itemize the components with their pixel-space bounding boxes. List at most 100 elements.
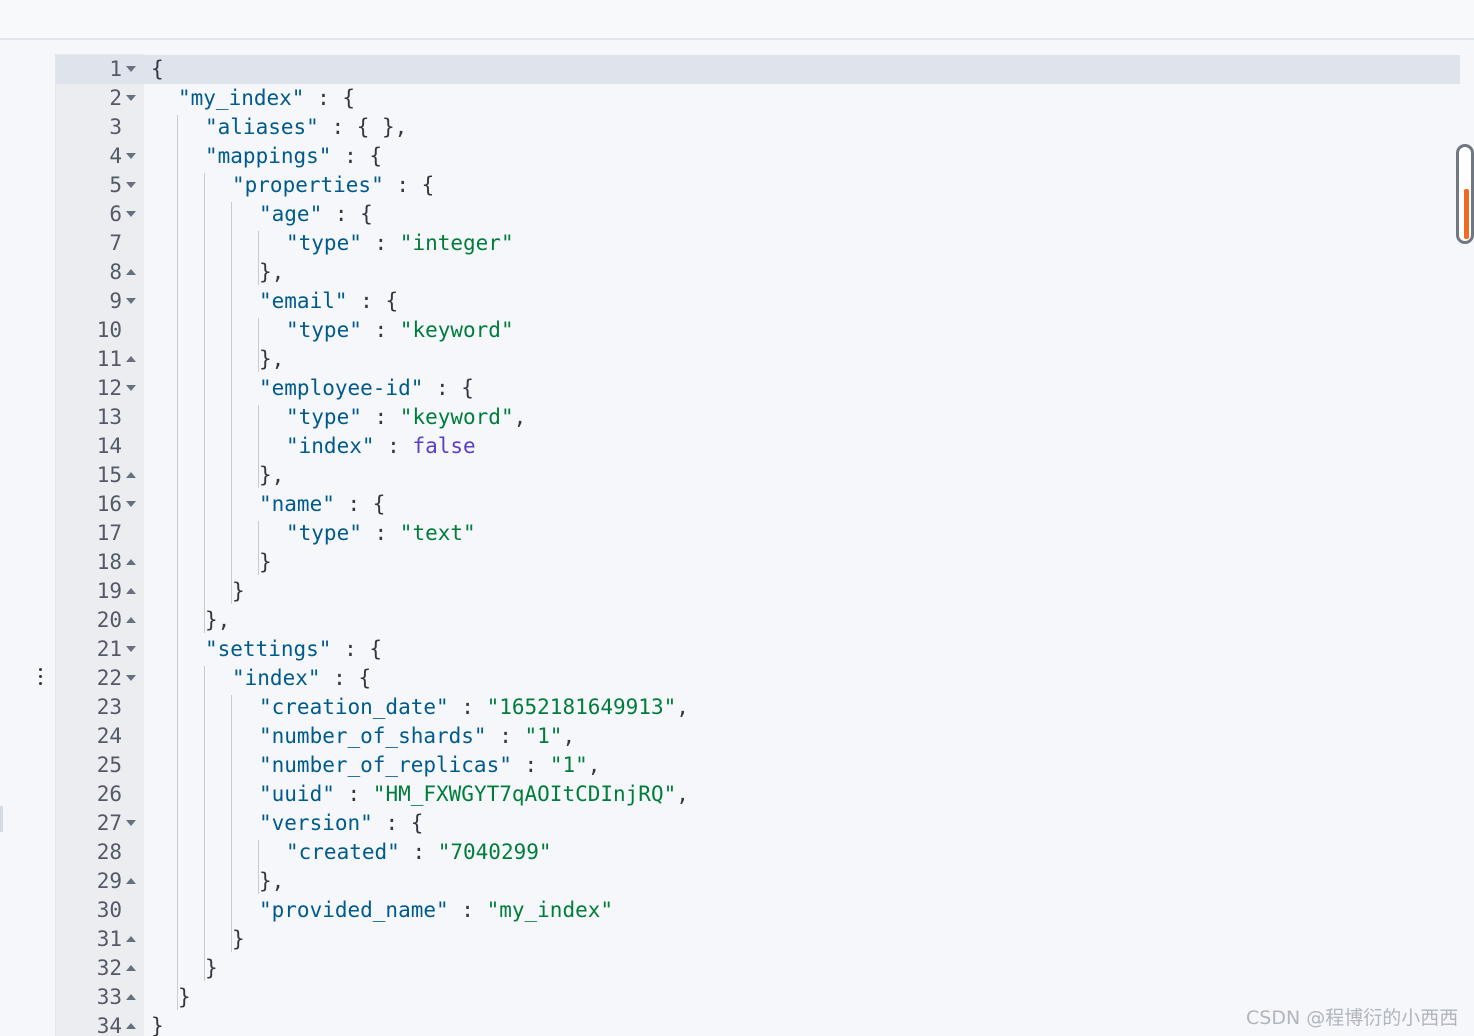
triangle-down-icon[interactable] xyxy=(126,95,136,101)
code-line[interactable]: 32} xyxy=(56,954,1460,983)
code-line[interactable]: 12 "employee-id" : { xyxy=(56,374,1460,403)
code-line[interactable]: 5 "properties" : { xyxy=(56,171,1460,200)
line-number: 13 xyxy=(96,405,122,429)
triangle-up-icon[interactable] xyxy=(126,559,136,565)
line-number: 30 xyxy=(96,898,122,922)
code-line[interactable]: 25 "number_of_replicas" : "1", xyxy=(56,751,1460,780)
indent-guide xyxy=(231,202,232,604)
json-punctuation: } xyxy=(178,985,191,1009)
json-string: "1" xyxy=(524,724,563,748)
line-number: 2 xyxy=(109,86,122,110)
code-line[interactable]: 27 "version" : { xyxy=(56,809,1460,838)
triangle-down-icon[interactable] xyxy=(126,820,136,826)
code-line[interactable]: 8}, xyxy=(56,258,1460,287)
json-punctuation: : xyxy=(361,405,400,429)
code-text: "my_index" : { xyxy=(178,84,355,113)
code-line[interactable]: 24 "number_of_shards" : "1", xyxy=(56,722,1460,751)
triangle-down-icon[interactable] xyxy=(126,182,136,188)
indent-guide xyxy=(258,231,259,285)
triangle-down-icon[interactable] xyxy=(126,298,136,304)
code-line[interactable]: 28 "created" : "7040299" xyxy=(56,838,1460,867)
json-punctuation: : xyxy=(361,521,400,545)
triangle-up-icon[interactable] xyxy=(126,936,136,942)
triangle-up-icon[interactable] xyxy=(126,878,136,884)
json-key: "type" xyxy=(286,405,362,429)
triangle-up-icon[interactable] xyxy=(126,588,136,594)
line-number: 26 xyxy=(96,782,122,806)
response-editor[interactable]: 1{2 "my_index" : {3 "aliases" : { }, 4 "mapp… xyxy=(56,54,1460,1036)
triangle-down-icon[interactable] xyxy=(126,646,136,652)
code-line[interactable]: 19} xyxy=(56,577,1460,606)
code-line[interactable]: 4 "mappings" : { xyxy=(56,142,1460,171)
triangle-up-icon[interactable] xyxy=(126,617,136,623)
json-punctuation: : xyxy=(399,840,438,864)
json-punctuation: , xyxy=(676,695,689,719)
indent-guide xyxy=(258,405,259,488)
code-line[interactable]: 6 "age" : { xyxy=(56,200,1460,229)
line-number: 17 xyxy=(96,521,122,545)
editor-scrollbar-thumb[interactable] xyxy=(1456,144,1474,244)
triangle-down-icon[interactable] xyxy=(126,501,136,507)
line-number: 14 xyxy=(96,434,122,458)
line-number: 15 xyxy=(96,463,122,487)
code-text: } xyxy=(205,954,218,983)
vertical-dots-icon[interactable] xyxy=(36,664,46,690)
triangle-up-icon[interactable] xyxy=(126,965,136,971)
triangle-up-icon[interactable] xyxy=(126,1023,136,1029)
json-punctuation: } xyxy=(259,550,272,574)
json-key: "mappings" xyxy=(205,144,332,168)
code-line[interactable]: 11}, xyxy=(56,345,1460,374)
json-key: "aliases" xyxy=(205,115,319,139)
json-key: "creation_date" xyxy=(259,695,449,719)
code-line[interactable]: 17 "type" : "text" xyxy=(56,519,1460,548)
code-line[interactable]: 30 "provided_name" : "my_index" xyxy=(56,896,1460,925)
code-line[interactable]: 13 "type" : "keyword", xyxy=(56,403,1460,432)
code-text: } xyxy=(232,577,245,606)
line-number: 18 xyxy=(96,550,122,574)
json-key: "properties" xyxy=(232,173,384,197)
code-line[interactable]: 21 "settings" : { xyxy=(56,635,1460,664)
code-line[interactable]: 15}, xyxy=(56,461,1460,490)
line-number: 23 xyxy=(96,695,122,719)
triangle-up-icon[interactable] xyxy=(126,269,136,275)
triangle-down-icon[interactable] xyxy=(126,66,136,72)
code-line[interactable]: 2 "my_index" : { xyxy=(56,84,1460,113)
code-line[interactable]: 1{ xyxy=(56,55,1460,84)
code-text: } xyxy=(151,1012,164,1036)
code-line[interactable]: 16 "name" : { xyxy=(56,490,1460,519)
triangle-down-icon[interactable] xyxy=(126,385,136,391)
code-line[interactable]: 29}, xyxy=(56,867,1460,896)
triangle-down-icon[interactable] xyxy=(126,211,136,217)
code-text: }, xyxy=(205,606,230,635)
json-punctuation: }, xyxy=(205,608,231,632)
code-line[interactable]: 26 "uuid" : "HM_FXWGYT7qAOItCDInjRQ", xyxy=(56,780,1460,809)
code-text: "number_of_shards" : "1", xyxy=(259,722,575,751)
triangle-up-icon[interactable] xyxy=(126,472,136,478)
triangle-up-icon[interactable] xyxy=(126,356,136,362)
json-string: "keyword" xyxy=(399,405,514,429)
top-toolbar xyxy=(0,0,1474,40)
json-key: "created" xyxy=(286,840,400,864)
code-line[interactable]: 20}, xyxy=(56,606,1460,635)
triangle-down-icon[interactable] xyxy=(126,153,136,159)
json-punctuation: : xyxy=(361,231,400,255)
json-string: "text" xyxy=(399,521,476,545)
json-punctuation: } xyxy=(151,1014,164,1036)
code-line[interactable]: 31} xyxy=(56,925,1460,954)
json-punctuation: : xyxy=(448,695,487,719)
watermark: CSDN @程博衍的小西西 xyxy=(1246,1007,1459,1029)
code-line[interactable]: 3 "aliases" : { }, xyxy=(56,113,1460,142)
code-line[interactable]: 7 "type" : "integer" xyxy=(56,229,1460,258)
code-line[interactable]: 9 "email" : { xyxy=(56,287,1460,316)
json-key: "my_index" xyxy=(178,86,305,110)
code-line[interactable]: 18} xyxy=(56,548,1460,577)
json-string: "1" xyxy=(549,753,588,777)
json-punctuation: : { xyxy=(383,173,435,197)
code-line[interactable]: 10 "type" : "keyword" xyxy=(56,316,1460,345)
triangle-up-icon[interactable] xyxy=(126,994,136,1000)
code-line[interactable]: 14 "index" : false xyxy=(56,432,1460,461)
code-line[interactable]: 23 "creation_date" : "1652181649913", xyxy=(56,693,1460,722)
code-line[interactable]: 22 "index" : { xyxy=(56,664,1460,693)
json-punctuation: : { xyxy=(423,376,474,400)
triangle-down-icon[interactable] xyxy=(126,675,136,681)
